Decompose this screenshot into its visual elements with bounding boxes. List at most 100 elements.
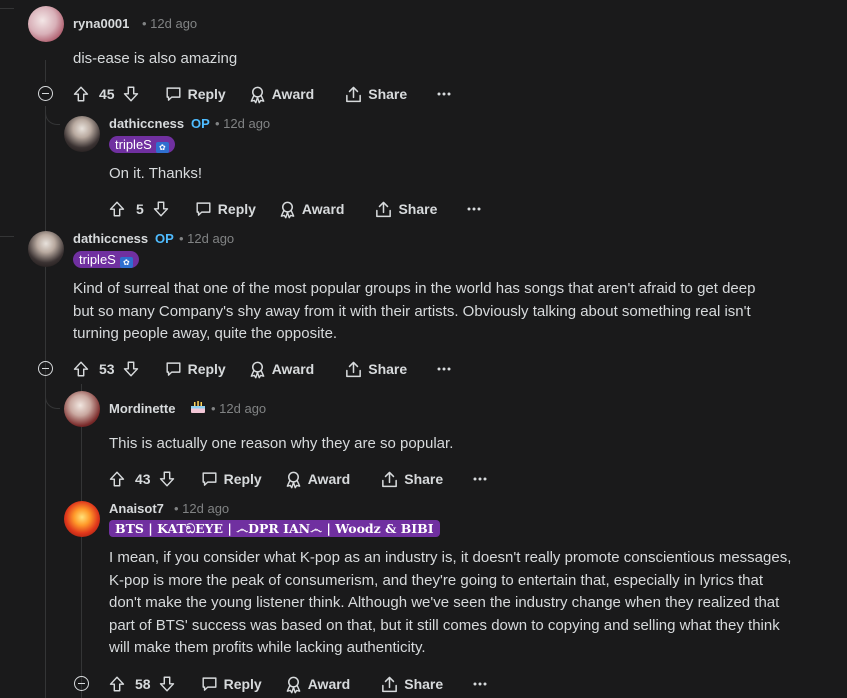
reply-label: Reply	[223, 676, 262, 692]
share-button[interactable]: Share	[374, 197, 437, 221]
timestamp[interactable]: • 12d ago	[211, 401, 266, 416]
upvote-button[interactable]	[72, 82, 90, 106]
reply-button[interactable]: Reply	[200, 672, 262, 696]
arrow-up-icon	[109, 471, 125, 487]
share-button[interactable]: Share	[380, 467, 443, 491]
speech-bubble-icon	[202, 472, 217, 486]
timestamp[interactable]: • 12d ago	[179, 231, 234, 246]
cake-day-icon	[190, 400, 206, 414]
speech-bubble-icon	[166, 362, 181, 376]
downvote-button[interactable]	[152, 197, 170, 221]
comment-line: dis-ease is also amazing	[73, 50, 238, 67]
flair-emoji-icon: ✿	[119, 257, 133, 268]
downvote-button[interactable]	[158, 467, 176, 491]
share-label: Share	[368, 361, 408, 377]
more-options-button[interactable]	[437, 82, 451, 106]
comment-body: This is actually one reason why they are…	[109, 433, 453, 456]
ellipsis-icon	[437, 92, 451, 96]
ellipsis-icon	[473, 477, 487, 481]
comment-line: Kind of surreal that one of the most pop…	[73, 280, 756, 297]
collapse-button[interactable]	[38, 361, 53, 376]
op-badge: OP	[191, 116, 210, 131]
vote-count: 45	[99, 86, 115, 102]
comment-actions: 58 Reply Award Share	[108, 672, 487, 696]
thread-elbow	[45, 380, 60, 409]
arrow-down-icon	[123, 361, 138, 377]
award-ribbon-icon	[286, 676, 301, 693]
comment-actions: 43 Reply Award Share	[108, 467, 487, 491]
flair-emoji-icon: ✿	[155, 142, 169, 153]
comment-line: This is actually one reason why they are…	[109, 435, 454, 452]
reply-label: Reply	[223, 471, 262, 487]
speech-bubble-icon	[196, 202, 211, 216]
avatar[interactable]	[64, 116, 100, 152]
downvote-button[interactable]	[158, 672, 176, 696]
arrow-up-icon	[109, 676, 125, 692]
more-options-button[interactable]	[437, 357, 451, 381]
vote-count: 5	[136, 201, 144, 217]
thread-line[interactable]	[81, 530, 82, 670]
downvote-button[interactable]	[122, 82, 140, 106]
award-button[interactable]: Award	[248, 82, 314, 106]
award-ribbon-icon	[250, 86, 265, 103]
share-label: Share	[404, 471, 444, 487]
username[interactable]: dathiccness	[109, 116, 184, 131]
share-button[interactable]: Share	[344, 82, 407, 106]
username[interactable]: dathiccness	[73, 231, 148, 246]
ellipsis-icon	[437, 367, 451, 371]
more-options-button[interactable]	[473, 467, 487, 491]
timestamp-text: 12d ago	[219, 401, 267, 416]
avatar[interactable]	[28, 6, 64, 42]
flair-text: tripleS	[79, 252, 116, 267]
avatar[interactable]	[28, 231, 64, 267]
timestamp[interactable]: • 12d ago	[174, 501, 229, 516]
share-upload-icon	[346, 86, 362, 102]
reply-button[interactable]: Reply	[164, 82, 226, 106]
award-button[interactable]: Award	[284, 672, 350, 696]
timestamp[interactable]: • 12d ago	[215, 116, 270, 131]
username[interactable]: Anaisot7	[109, 501, 164, 516]
collapse-button[interactable]	[74, 676, 89, 691]
downvote-button[interactable]	[122, 357, 140, 381]
comment-line: part of BTS' success was based on that, …	[109, 616, 780, 634]
upvote-button[interactable]	[108, 197, 126, 221]
reply-button[interactable]: Reply	[164, 357, 226, 381]
username[interactable]: Mordinette	[109, 401, 175, 416]
ellipsis-icon	[473, 682, 487, 686]
arrow-up-icon	[73, 86, 89, 102]
award-button[interactable]: Award	[248, 357, 314, 381]
reply-button[interactable]: Reply	[200, 467, 262, 491]
op-badge: OP	[155, 231, 174, 246]
thread-line[interactable]	[45, 60, 46, 82]
speech-bubble-icon	[166, 87, 181, 101]
ellipsis-icon	[467, 207, 481, 211]
upvote-button[interactable]	[108, 467, 126, 491]
comment-line: K-pop is more the peak of consumerism, a…	[109, 571, 764, 589]
comment-body: dis-ease is also amazing	[73, 48, 237, 71]
timestamp[interactable]: • 12d ago	[142, 16, 197, 31]
award-button[interactable]: Award	[278, 197, 344, 221]
user-flair: tripleS ✿	[109, 136, 175, 153]
award-button[interactable]: Award	[284, 467, 351, 491]
arrow-up-icon	[73, 361, 89, 377]
award-label: Award	[307, 471, 351, 487]
reply-label: Reply	[217, 201, 256, 217]
collapse-button[interactable]	[38, 86, 53, 101]
comment-line: turning people away, quite the opposite.	[73, 325, 338, 342]
avatar[interactable]	[64, 391, 100, 427]
more-options-button[interactable]	[473, 672, 487, 696]
upvote-button[interactable]	[108, 672, 126, 696]
share-button[interactable]: Share	[380, 672, 443, 696]
comment-actions: 45 Reply Award Share	[72, 82, 451, 106]
comment-actions: 53 Reply Award Share	[72, 357, 451, 381]
upvote-button[interactable]	[72, 357, 90, 381]
thread-line[interactable]	[45, 268, 46, 354]
avatar[interactable]	[64, 501, 100, 537]
reply-button[interactable]: Reply	[194, 197, 256, 221]
username[interactable]: ryna0001	[73, 16, 129, 31]
timestamp-text: 12d ago	[223, 116, 271, 131]
share-button[interactable]: Share	[344, 357, 407, 381]
thread-edge-line	[0, 0, 14, 9]
more-options-button[interactable]	[467, 197, 481, 221]
share-label: Share	[404, 676, 444, 692]
